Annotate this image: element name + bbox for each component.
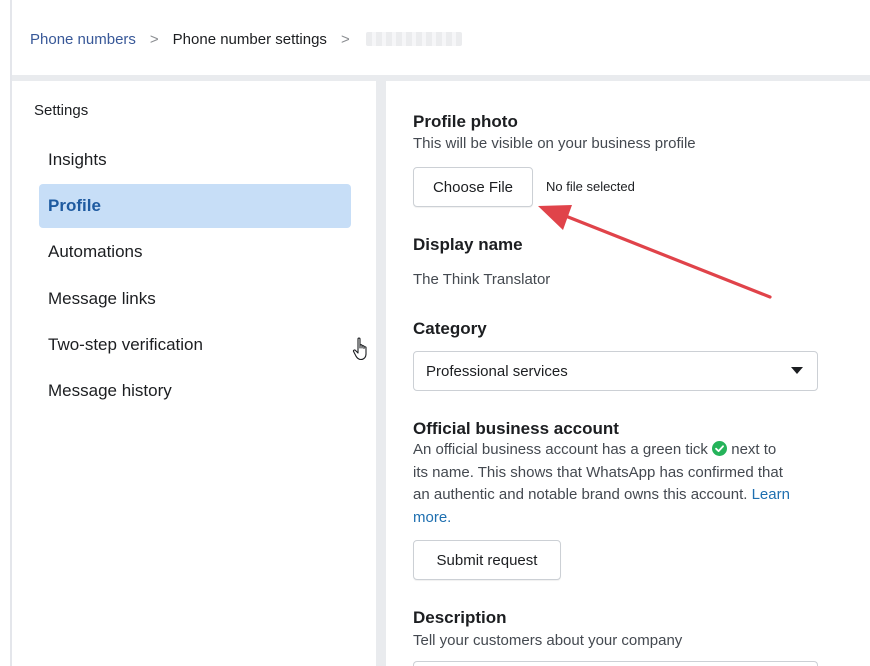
profile-photo-title: Profile photo bbox=[413, 112, 518, 131]
choose-file-button[interactable]: Choose File bbox=[413, 167, 533, 207]
profile-photo-subtitle: This will be visible on your business pr… bbox=[413, 135, 696, 152]
official-account-description: An official business account has a green… bbox=[413, 439, 793, 529]
breadcrumb: Phone numbers > Phone number settings > bbox=[12, 0, 870, 78]
verified-tick-icon bbox=[712, 441, 728, 456]
category-select[interactable]: Professional services bbox=[413, 351, 818, 391]
settings-sidebar: Settings Insights Profile Automations Me… bbox=[12, 81, 376, 666]
description-input[interactable] bbox=[413, 661, 818, 666]
category-title: Category bbox=[413, 319, 487, 338]
profile-settings-panel: Profile photo This will be visible on yo… bbox=[386, 81, 870, 666]
breadcrumb-separator: > bbox=[340, 30, 350, 48]
sidebar-item-message-history[interactable]: Message history bbox=[39, 369, 351, 413]
category-selected-value: Professional services bbox=[426, 362, 568, 380]
sidebar-item-automations[interactable]: Automations bbox=[39, 230, 351, 274]
hand-cursor-icon bbox=[352, 337, 367, 361]
caret-down-icon bbox=[791, 367, 803, 374]
sidebar-item-profile[interactable]: Profile bbox=[39, 184, 351, 228]
sidebar-divider bbox=[376, 81, 386, 666]
display-name-value: The Think Translator bbox=[413, 271, 551, 288]
file-status-text: No file selected bbox=[546, 179, 635, 194]
submit-request-button[interactable]: Submit request bbox=[413, 540, 561, 580]
sidebar-item-two-step-verification[interactable]: Two-step verification bbox=[39, 323, 351, 367]
display-name-title: Display name bbox=[413, 235, 523, 254]
breadcrumb-redacted-number bbox=[365, 32, 462, 46]
breadcrumb-phone-number-settings: Phone number settings bbox=[172, 30, 327, 48]
sidebar-item-insights[interactable]: Insights bbox=[39, 138, 351, 182]
breadcrumb-phone-numbers[interactable]: Phone numbers bbox=[30, 31, 136, 48]
sidebar-item-message-links[interactable]: Message links bbox=[39, 277, 351, 321]
official-account-text-1: An official business account has a green… bbox=[413, 441, 708, 458]
sidebar-heading: Settings bbox=[34, 102, 89, 119]
description-title: Description bbox=[413, 608, 507, 627]
breadcrumb-separator: > bbox=[149, 30, 159, 48]
description-subtitle: Tell your customers about your company bbox=[413, 632, 683, 649]
official-account-title: Official business account bbox=[413, 419, 619, 438]
